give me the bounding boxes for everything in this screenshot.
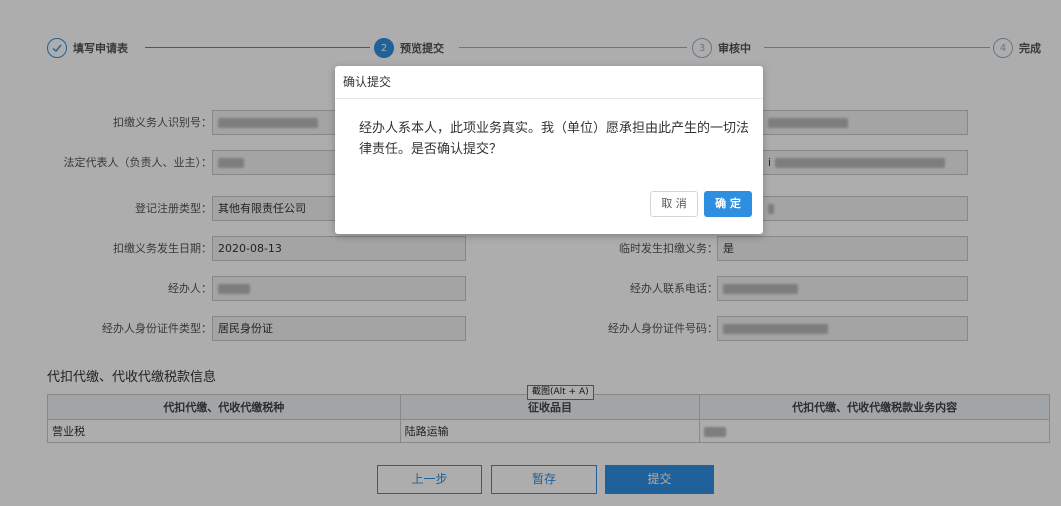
cancel-button[interactable]: 取 消: [650, 191, 698, 217]
confirm-dialog: 确认提交 经办人系本人，此项业务真实。我（单位）愿承担由此产生的一切法律责任。是…: [335, 66, 763, 234]
dialog-title: 确认提交: [335, 66, 763, 99]
dialog-message: 经办人系本人，此项业务真实。我（单位）愿承担由此产生的一切法律责任。是否确认提交…: [359, 121, 750, 157]
confirm-button[interactable]: 确 定: [704, 191, 752, 217]
